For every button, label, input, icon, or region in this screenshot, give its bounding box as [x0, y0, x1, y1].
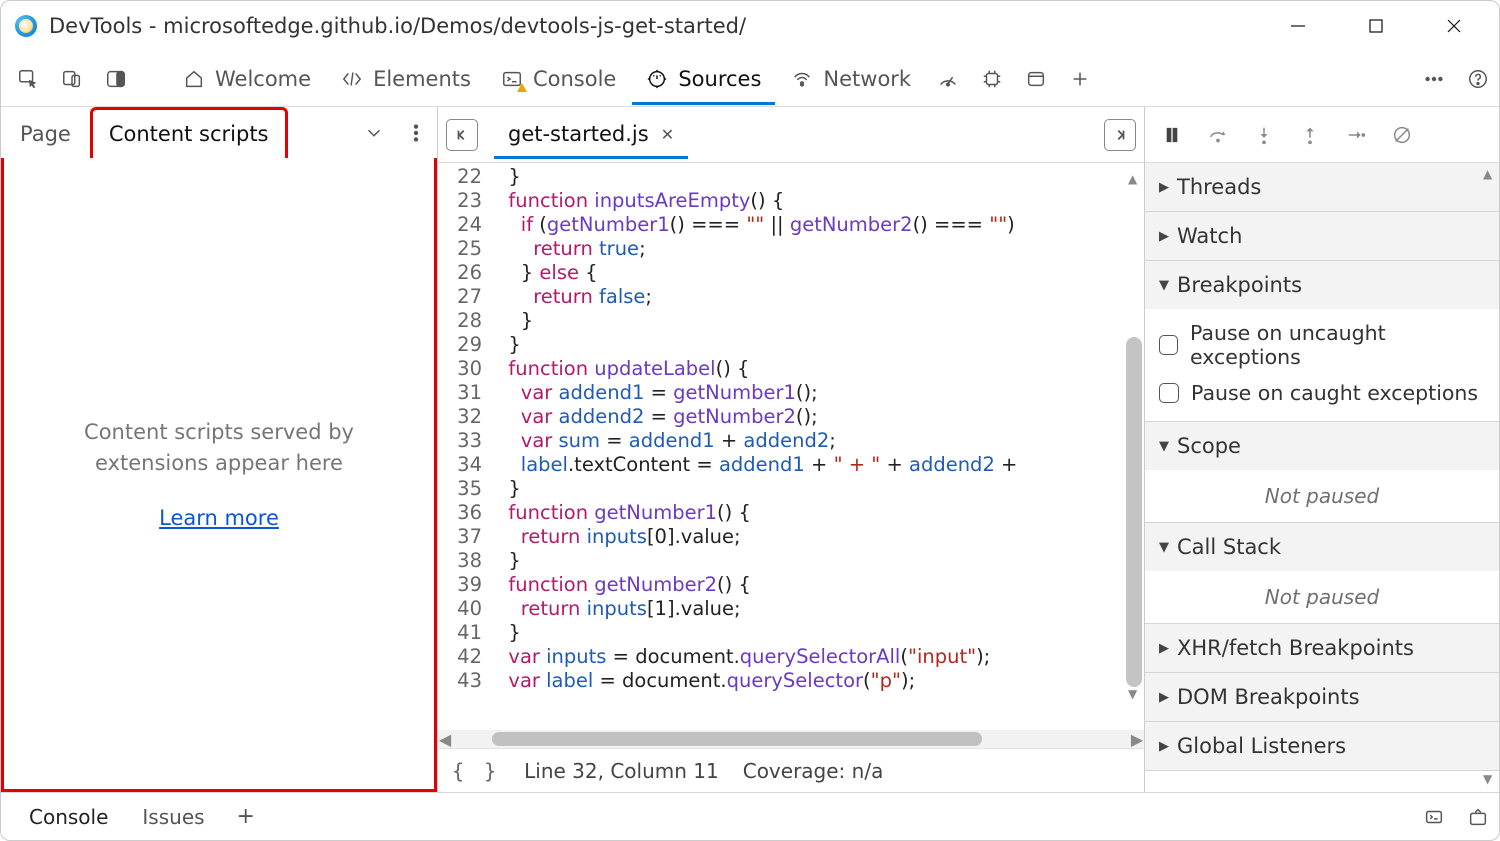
empty-message: Content scripts served by extensions app…	[54, 417, 384, 478]
horizontal-scroll-thumb[interactable]	[492, 732, 982, 746]
navigator-tab-content-scripts[interactable]: Content scripts	[90, 107, 288, 158]
editor-statusbar: { } Line 32, Column 11 Coverage: n/a	[438, 748, 1144, 792]
toggle-navigator-button[interactable]	[446, 119, 478, 151]
line-gutter: 22 23 24 25 26 27 28 29 30 31 32 33 34 3…	[438, 165, 496, 730]
debugger-scrollbar[interactable]: ▲ ▼	[1481, 167, 1497, 786]
pause-caught-checkbox[interactable]: Pause on caught exceptions	[1159, 377, 1485, 413]
help-icon[interactable]	[1457, 58, 1499, 100]
code-editor[interactable]: 22 23 24 25 26 27 28 29 30 31 32 33 34 3…	[438, 163, 1144, 730]
section-xhr[interactable]: ▶XHR/fetch Breakpoints	[1145, 624, 1499, 672]
editor-panel: get-started.js ✕ 22 23 24 25 26 27 28 29…	[438, 107, 1145, 792]
add-tab-icon[interactable]	[1059, 58, 1101, 100]
code-content[interactable]: } function inputsAreEmpty() { if (getNum…	[496, 165, 1144, 730]
home-icon	[183, 68, 205, 90]
debugger-panel: ▶Threads ▶Watch ▼Breakpoints Pause on un…	[1145, 107, 1499, 792]
section-breakpoints[interactable]: ▼Breakpoints	[1145, 261, 1499, 309]
file-name: get-started.js	[508, 122, 649, 146]
inspect-icon[interactable]	[7, 58, 49, 100]
vertical-scrollbar[interactable]: ▲ ▼	[1126, 173, 1142, 700]
navigator-panel: Page Content scripts Content scripts ser…	[1, 107, 438, 792]
sources-icon	[646, 68, 668, 90]
drawer-console-settings-icon[interactable]	[1413, 796, 1455, 838]
learn-more-link[interactable]: Learn more	[159, 506, 279, 530]
tab-sources[interactable]: Sources	[632, 53, 775, 105]
tab-console[interactable]: Console	[487, 53, 630, 105]
drawer-expand-icon[interactable]	[1457, 796, 1499, 838]
section-global[interactable]: ▶Global Listeners	[1145, 722, 1499, 770]
performance-icon[interactable]	[927, 58, 969, 100]
warning-badge-icon	[517, 83, 527, 92]
horizontal-scrollbar[interactable]: ◀ ▶	[438, 730, 1144, 748]
callstack-not-paused: Not paused	[1145, 571, 1499, 623]
close-file-icon[interactable]: ✕	[661, 125, 674, 144]
toggle-debugger-button[interactable]	[1104, 119, 1136, 151]
network-icon	[791, 68, 813, 90]
navigator-tab-page[interactable]: Page	[1, 107, 90, 158]
pretty-print-button[interactable]: { }	[452, 759, 500, 783]
memory-icon[interactable]	[971, 58, 1013, 100]
devtools-tabbar: Welcome Elements Console Sources Network	[1, 51, 1499, 107]
step-into-button[interactable]	[1243, 114, 1285, 156]
close-button[interactable]	[1429, 10, 1479, 42]
deactivate-breakpoints-button[interactable]	[1381, 114, 1423, 156]
drawer: Console Issues +	[1, 792, 1499, 840]
application-icon[interactable]	[1015, 58, 1057, 100]
drawer-add-icon[interactable]: +	[223, 804, 269, 829]
file-tab[interactable]: get-started.js ✕	[494, 122, 688, 159]
maximize-button[interactable]	[1351, 10, 1401, 42]
section-callstack[interactable]: ▼Call Stack	[1145, 523, 1499, 571]
step-out-button[interactable]	[1289, 114, 1331, 156]
window-title: DevTools - microsoftedge.github.io/Demos…	[49, 14, 746, 38]
checkbox-icon	[1159, 335, 1178, 355]
dock-side-icon[interactable]	[95, 58, 137, 100]
pause-button[interactable]	[1151, 114, 1193, 156]
section-threads[interactable]: ▶Threads	[1145, 163, 1499, 211]
tab-elements[interactable]: Elements	[327, 53, 485, 105]
navigator-dropdown-icon[interactable]	[353, 112, 395, 154]
device-emulation-icon[interactable]	[51, 58, 93, 100]
checkbox-icon	[1159, 383, 1179, 403]
more-icon[interactable]	[1413, 58, 1455, 100]
tab-network[interactable]: Network	[777, 53, 925, 105]
cursor-position: Line 32, Column 11	[524, 759, 719, 783]
tab-welcome[interactable]: Welcome	[169, 53, 325, 105]
step-button[interactable]	[1335, 114, 1377, 156]
section-watch[interactable]: ▶Watch	[1145, 212, 1499, 260]
section-scope[interactable]: ▼Scope	[1145, 422, 1499, 470]
titlebar: DevTools - microsoftedge.github.io/Demos…	[1, 1, 1499, 51]
minimize-button[interactable]	[1273, 10, 1323, 42]
drawer-tab-issues[interactable]: Issues	[126, 795, 220, 839]
app-icon	[15, 15, 37, 37]
content-scripts-pane: Content scripts served by extensions app…	[1, 158, 437, 792]
drawer-tab-console[interactable]: Console	[13, 795, 124, 839]
navigator-more-icon[interactable]	[395, 112, 437, 154]
elements-icon	[341, 68, 363, 90]
pause-uncaught-checkbox[interactable]: Pause on uncaught exceptions	[1159, 317, 1485, 377]
coverage-status: Coverage: n/a	[743, 759, 884, 783]
section-dom[interactable]: ▶DOM Breakpoints	[1145, 673, 1499, 721]
vertical-scroll-thumb[interactable]	[1126, 337, 1142, 687]
scope-not-paused: Not paused	[1145, 470, 1499, 522]
step-over-button[interactable]	[1197, 114, 1239, 156]
